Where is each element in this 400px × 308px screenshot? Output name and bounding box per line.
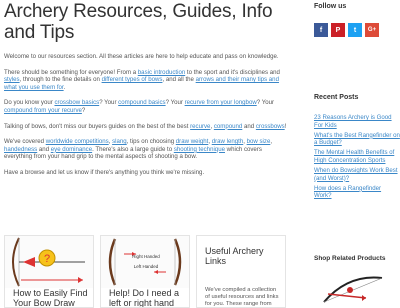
link-draw-weight[interactable]: draw weight: [176, 138, 209, 145]
left-handed-label: Left Handed: [134, 264, 159, 269]
shop-related-heading: Shop Related Products: [314, 255, 386, 262]
twitter-icon[interactable]: t: [348, 23, 362, 37]
paragraph-buyers-guides: Talking of bows, don't miss our buyers g…: [4, 123, 287, 131]
text: Do you know your: [4, 99, 55, 107]
card-useful-links[interactable]: Useful Archery Links We've compiled a co…: [196, 235, 286, 308]
recent-post-link[interactable]: When do Bowsights Work Best (and Worst)?: [314, 167, 398, 182]
google-plus-icon[interactable]: G+: [365, 23, 379, 37]
card-draw-length[interactable]: ? How to Easily Find Your Bow Draw Lengt…: [4, 235, 94, 308]
right-handed-label: Right Handed: [132, 254, 160, 259]
text: and: [37, 145, 51, 153]
text: ? Your: [99, 99, 119, 107]
text: and: [242, 122, 256, 130]
link-handedness[interactable]: handedness: [4, 146, 37, 153]
closing-paragraph: Have a browse and let us know if there's…: [4, 168, 205, 176]
facebook-icon[interactable]: f: [314, 23, 328, 37]
link-shooting-technique[interactable]: shooting technique: [174, 146, 225, 153]
link-crossbow-basics[interactable]: crossbow basics: [54, 99, 99, 106]
intro-paragraph: Welcome to our resources section. All th…: [4, 53, 279, 60]
recent-post-link[interactable]: 23 Reasons Archery is Good For Kids: [314, 114, 392, 129]
link-types-of-bows[interactable]: different types of bows: [102, 76, 163, 83]
text: to the sport and it's disciplines and: [185, 68, 280, 76]
link-compound-recurve[interactable]: compound from your recurve: [4, 107, 82, 114]
text: .: [63, 83, 66, 91]
text: . There's also a large guide to: [92, 145, 174, 153]
follow-us-heading: Follow us: [314, 3, 347, 10]
text: , tips on choosing: [126, 138, 176, 146]
link-draw-length[interactable]: draw length: [212, 138, 244, 145]
recent-posts-heading: Recent Posts: [314, 94, 359, 101]
text: ? Your: [256, 99, 275, 107]
card-excerpt: We've compiled a collection of useful re…: [205, 287, 279, 307]
bow-draw-length-image: ?: [5, 236, 93, 288]
link-recurve-longbow[interactable]: recurve from your longbow: [185, 99, 257, 106]
recent-post-link[interactable]: The Mental Health Benefits of High Conce…: [314, 149, 394, 164]
link-slang[interactable]: slang: [112, 138, 127, 145]
link-bow-size[interactable]: bow size: [247, 138, 271, 145]
text: !: [284, 122, 287, 130]
main-content: Archery Resources, Guides, Info and Tips…: [4, 0, 287, 185]
text: ? Your: [165, 99, 185, 107]
page-title: Archery Resources, Guides, Info and Tips: [4, 1, 273, 43]
link-basic-introduction[interactable]: basic introduction: [138, 69, 185, 76]
card-title[interactable]: Help! Do I need a left or right hand bow…: [109, 288, 189, 307]
text: , through to the fine details on: [19, 76, 102, 84]
card-title[interactable]: Useful Archery Links: [205, 246, 281, 266]
social-links: f P t G+: [314, 23, 379, 37]
link-compound[interactable]: compound: [214, 123, 242, 130]
article-body: Welcome to our resources section. All th…: [4, 53, 287, 177]
card-title[interactable]: How to Easily Find Your Bow Draw Length: [13, 288, 93, 307]
handed-bow-image: Right Handed Left Handed: [101, 236, 189, 288]
link-compound-basics[interactable]: compound basics: [118, 99, 165, 106]
svg-text:?: ?: [44, 253, 50, 265]
text: Talking of bows, don't miss our buyers g…: [4, 122, 191, 130]
text: There should be something for everyone! …: [4, 68, 138, 76]
product-bow-image[interactable]: [318, 272, 388, 306]
text: ?: [81, 106, 86, 114]
recent-post-link[interactable]: How does a Rangefinder Work?: [314, 185, 381, 200]
link-styles[interactable]: styles: [4, 76, 20, 83]
link-recurve[interactable]: recurve: [190, 123, 210, 130]
link-eye-dominance[interactable]: eye dominance: [51, 146, 92, 153]
link-crossbows[interactable]: crossbows: [256, 123, 285, 130]
paragraph-covered: We've covered worldwide competitions, sl…: [4, 138, 287, 161]
recent-posts-list: 23 Reasons Archery is Good For Kids What…: [314, 114, 400, 202]
paragraph-bow-basics: Do you know your crossbow basics? Your c…: [4, 99, 287, 114]
card-handed-bow[interactable]: Right Handed Left Handed Help! Do I need…: [100, 235, 190, 308]
text: , and all the: [162, 76, 196, 84]
article-cards: ? How to Easily Find Your Bow Draw Lengt…: [4, 235, 292, 308]
text: ,: [270, 138, 273, 146]
recent-post-link[interactable]: What's the Best Rangefinder on a Budget?: [314, 132, 400, 147]
pinterest-icon[interactable]: P: [331, 23, 345, 37]
link-worldwide-competitions[interactable]: worldwide competitions: [46, 138, 109, 145]
paragraph-basics: There should be something for everyone! …: [4, 69, 287, 92]
text: We've covered: [4, 138, 46, 146]
